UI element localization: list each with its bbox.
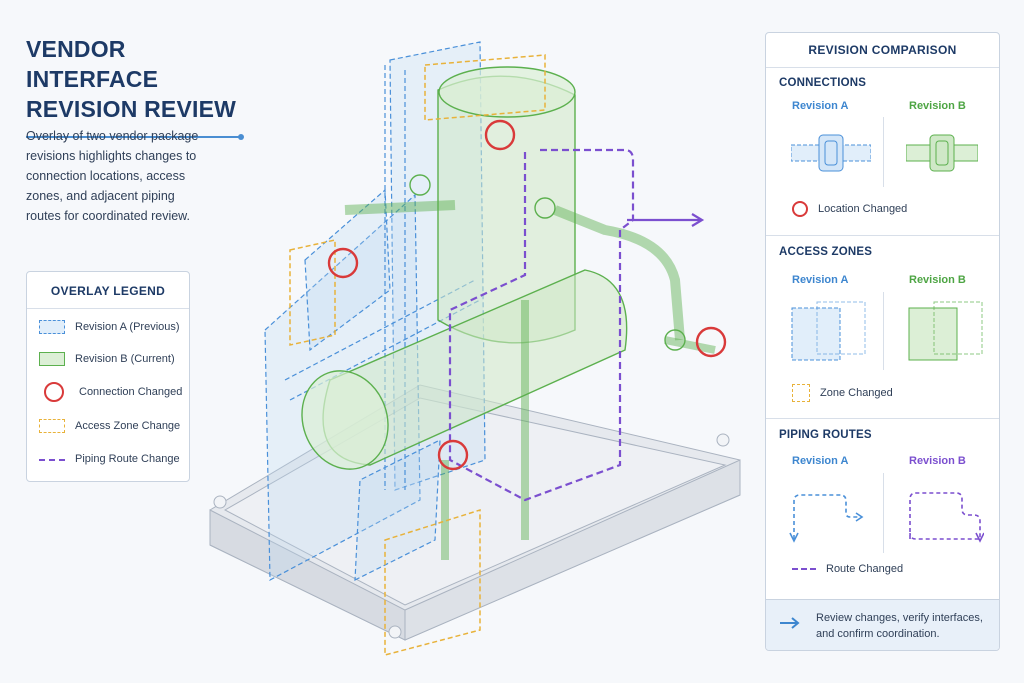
access-zones-revision-a-label: Revision A: [792, 274, 849, 286]
arrow-right-icon: [780, 617, 800, 629]
section-title-piping-routes: PIPING ROUTES: [779, 429, 872, 441]
route-revision-a-icon: [789, 494, 864, 543]
section-piping-routes: PIPING ROUTES Revision A Revision B Rout…: [766, 419, 999, 602]
zone-revision-a-icon: [791, 301, 866, 361]
route-revision-b-icon: [909, 492, 984, 543]
legend-item-revision-b: Revision B (Current): [39, 350, 175, 368]
piping-routes-note: Route Changed: [792, 563, 903, 575]
piping-routes-note-text: Route Changed: [826, 563, 904, 575]
legend-label: Access Zone Change: [75, 420, 181, 432]
red-circle-icon: [44, 382, 64, 402]
dashed-blue-box-icon: [39, 320, 65, 334]
piping-routes-revision-a-label: Revision A: [792, 455, 849, 467]
legend-item-piping-route: Piping Route Change: [39, 450, 180, 468]
connections-note: Location Changed: [792, 201, 907, 217]
legend-item-connection-changed: Connection Changed: [39, 382, 183, 402]
connections-revision-b-label: Revision B: [909, 100, 966, 112]
dashed-yellow-box-icon: [792, 384, 810, 402]
legend-label: Revision A (Previous): [75, 321, 180, 333]
access-zones-note-text: Zone Changed: [820, 387, 893, 399]
section-divider: [883, 473, 884, 553]
section-divider: [883, 117, 884, 187]
legend-title: OVERLAY LEGEND: [27, 272, 189, 309]
legend-label: Piping Route Change: [75, 453, 180, 465]
revision-comparison-panel: REVISION COMPARISON CONNECTIONS Revision…: [765, 32, 1000, 651]
description-text: Overlay of two vendor package revisions …: [26, 129, 199, 223]
solid-green-box-icon: [39, 352, 65, 366]
page-title-line-1: VENDOR INTERFACE: [26, 36, 159, 92]
legend-label: Revision B (Current): [75, 353, 175, 365]
connections-note-text: Location Changed: [818, 203, 908, 215]
section-divider: [883, 292, 884, 370]
dashed-purple-line-icon: [39, 458, 65, 461]
connection-revision-a-icon: [791, 134, 871, 172]
panel-footer: Review changes, verify interfaces, and c…: [766, 599, 999, 650]
piping-routes-revision-b-label: Revision B: [909, 455, 966, 467]
zone-revision-b-icon: [908, 301, 983, 361]
footer-text: Review changes, verify interfaces, and c…: [816, 612, 983, 640]
route-arrow: [627, 213, 705, 227]
red-circle-icon: [792, 201, 808, 217]
legend-item-access-zone: Access Zone Change: [39, 417, 180, 435]
section-access-zones: ACCESS ZONES Revision A Revision B Zone …: [766, 236, 999, 419]
isometric-skid-diagram: [209, 41, 741, 656]
section-connections: CONNECTIONS Revision A Revision B Locati…: [766, 67, 999, 236]
legend-item-revision-a: Revision A (Previous): [39, 318, 180, 336]
legend-label: Connection Changed: [79, 386, 183, 398]
dashed-purple-line-icon: [792, 568, 816, 570]
panel-title: REVISION COMPARISON: [766, 33, 999, 68]
dashed-yellow-box-icon: [39, 419, 65, 433]
section-title-connections: CONNECTIONS: [779, 77, 867, 89]
connection-revision-b-icon: [906, 134, 978, 172]
overlay-legend: OVERLAY LEGEND Revision A (Previous) Rev…: [26, 271, 190, 482]
connections-revision-a-label: Revision A: [792, 100, 849, 112]
access-zones-revision-b-label: Revision B: [909, 274, 966, 286]
section-title-access-zones: ACCESS ZONES: [779, 246, 873, 258]
access-zones-note: Zone Changed: [792, 384, 893, 402]
